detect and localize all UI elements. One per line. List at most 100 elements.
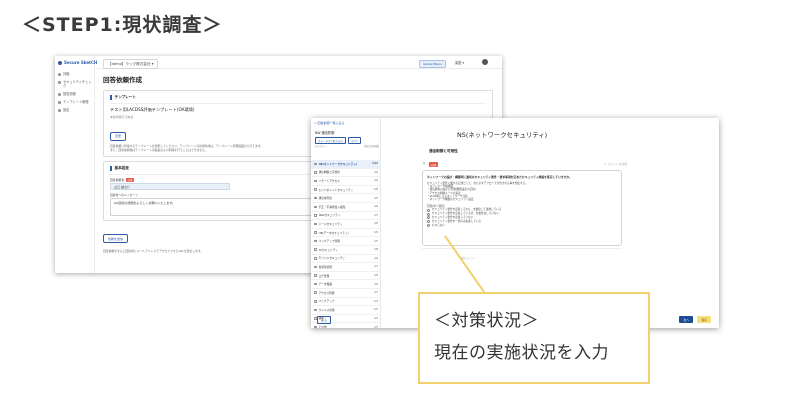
checkbox-icon bbox=[314, 308, 317, 312]
category-label: PCセキュリティ bbox=[318, 247, 338, 252]
category-item[interactable]: バックアップ 0/4 bbox=[311, 298, 381, 307]
user-avatar-icon[interactable] bbox=[482, 59, 488, 65]
category-label: ウイルス対策 bbox=[318, 307, 335, 312]
shield-icon bbox=[58, 80, 61, 84]
radio-icon[interactable] bbox=[427, 212, 430, 216]
category-item[interactable]: Webセキュリティ 0/7 bbox=[311, 212, 381, 221]
callout-body: 現在の実施状況を入力 bbox=[434, 343, 609, 363]
category-label: 不正・不審者侵入検知 bbox=[318, 204, 346, 209]
category-count: 0/6 bbox=[374, 256, 378, 260]
sidebar-item-settings[interactable]: 設定 bbox=[58, 108, 94, 112]
category-count: 0/6 bbox=[374, 179, 378, 183]
sidebar-item-request[interactable]: 回答依頼 bbox=[58, 92, 94, 96]
category-count: 0/6 bbox=[374, 274, 378, 278]
next-button[interactable]: 次へ bbox=[679, 316, 693, 323]
category-label: Webセキュリティ bbox=[318, 213, 341, 218]
category-item[interactable]: モバイルセキュリティ 0/6 bbox=[311, 255, 381, 264]
sidebar-item-label: セキュリティチェック bbox=[63, 80, 92, 88]
category-item[interactable]: リモートアクセス 0/6 bbox=[311, 177, 381, 186]
question-text: ネットワークの設計・構築時に適切なセキュリティ要件・要求事項を定めたセキュリティ… bbox=[427, 175, 572, 179]
sidebar-item-template[interactable]: テンプレート管理 bbox=[58, 100, 94, 104]
radio-icon[interactable] bbox=[427, 224, 430, 227]
status-filter-button[interactable]: ステータスで絞り込み bbox=[315, 137, 347, 144]
sidebar: Secure SketCH 評価 セキュリティチェック 回答依頼 テンプレート管… bbox=[55, 56, 97, 273]
option-label: わからない bbox=[432, 223, 445, 227]
section-marker bbox=[110, 95, 112, 100]
save-button[interactable]: 保存 bbox=[697, 316, 711, 323]
submit-request-button[interactable]: 依頼を送信 bbox=[103, 234, 129, 243]
checkbox-icon bbox=[314, 300, 317, 303]
category-panel-title: NW 通信防御 bbox=[315, 131, 335, 135]
category-item[interactable]: バックアップ管理 0/5 bbox=[311, 237, 381, 246]
checkbox-icon bbox=[314, 265, 317, 269]
meta-category-label: カテゴリー bbox=[315, 145, 327, 148]
page-heading: ＜STEP1:現状調査＞ bbox=[22, 14, 223, 36]
category-count: 0/10 bbox=[372, 162, 378, 166]
change-template-button[interactable]: 変更 bbox=[110, 131, 127, 141]
back-to-list-link[interactable]: < 回答依頼一覧に戻る bbox=[314, 121, 344, 125]
option-list: セキュリティ要件を定義しており、文書化して運用している セキュリティ要件を定義して… bbox=[427, 208, 617, 227]
category-item[interactable]: 脆弱性管理 0/7 bbox=[311, 263, 381, 272]
meta-count-label: 回答済/設問数 bbox=[363, 145, 379, 148]
category-item[interactable]: DB(データセキュリティ) 0/9 bbox=[311, 229, 381, 238]
question-details: セキュリティ要件に関する記述として、次に示すアプローチが含まれる事を想定する。・… bbox=[427, 182, 617, 201]
back-button[interactable]: 戻る bbox=[317, 316, 332, 324]
checkbox-icon bbox=[314, 205, 317, 209]
checkbox-icon bbox=[314, 162, 317, 166]
category-count: 0/4 bbox=[374, 299, 378, 303]
category-item[interactable]: データ保護 0/5 bbox=[311, 280, 381, 289]
requester-label: 回答依頼者 必須 bbox=[110, 177, 134, 182]
sidebar-item-evaluation[interactable]: 評価 bbox=[58, 72, 94, 76]
category-count: 0/5 bbox=[374, 282, 378, 286]
callout-title: ＜対策状況＞ bbox=[434, 311, 539, 331]
category-count: 0/8 bbox=[374, 188, 378, 192]
sidebar-item-label: 回答依頼 bbox=[63, 92, 76, 96]
checkbox-icon bbox=[314, 248, 317, 251]
checkbox-icon bbox=[314, 188, 317, 191]
app-logo[interactable]: Secure SketCH bbox=[58, 60, 97, 65]
filter-buttons: ステータスで絞り込み すべて bbox=[315, 137, 362, 144]
checkbox-icon bbox=[314, 325, 317, 328]
category-label: データ保護 bbox=[318, 282, 332, 287]
category-count: 0/3 bbox=[374, 316, 378, 320]
template-name: テスト用LACDSS評価テンプレート(OA環境) bbox=[110, 107, 195, 112]
subcategory-title: 通信制御と可用性 bbox=[429, 149, 458, 153]
category-label: バックアップ管理 bbox=[318, 239, 341, 244]
language-selector[interactable]: 英語 ▾ bbox=[455, 60, 464, 65]
logo-icon bbox=[58, 61, 62, 65]
category-item[interactable]: メールセキュリティ 0/6 bbox=[311, 220, 381, 229]
category-item[interactable]: 不正・不審者侵入検知 0/6 bbox=[311, 203, 381, 212]
gear-icon bbox=[58, 108, 61, 112]
sidebar-item-security-check[interactable]: セキュリティチェック bbox=[58, 80, 94, 88]
category-item[interactable]: 通信暗号化 0/5 bbox=[311, 194, 381, 203]
category-count: 0/6 bbox=[374, 170, 378, 174]
category-item[interactable]: エンドポイントセキュリティ 0/8 bbox=[311, 186, 381, 195]
category-item[interactable]: アクセス管理 0/7 bbox=[311, 289, 381, 298]
organization-selector[interactable]: 【demo】ラック株式会社 ▾ bbox=[103, 59, 159, 69]
add-comment-button[interactable]: ✎ コメントを追加 bbox=[604, 162, 627, 166]
chart-icon bbox=[58, 72, 61, 76]
global-menu-badge[interactable]: Global Menu bbox=[419, 60, 446, 68]
category-count: 0/8 bbox=[374, 248, 378, 252]
category-count: 0/7 bbox=[374, 291, 378, 295]
category-label: モバイルセキュリティ bbox=[318, 256, 346, 261]
category-item[interactable]: 通信制御と可用性 0/6 bbox=[311, 169, 381, 178]
sidebar-item-label: 評価 bbox=[63, 72, 70, 76]
requester-input[interactable]: 山口 誠之介 bbox=[110, 182, 230, 190]
category-label: その他 bbox=[318, 325, 327, 328]
category-item[interactable]: ログ管理 0/6 bbox=[311, 272, 381, 281]
template-section-header: テンプレート bbox=[110, 95, 486, 104]
category-label: 通信暗号化 bbox=[318, 196, 332, 201]
category-item[interactable]: NS(ネットワークセキュリティ) 0/10 bbox=[311, 160, 381, 169]
requester-field-group: 回答依頼者 必須 山口 誠之介 bbox=[110, 177, 230, 190]
checkbox-icon bbox=[314, 282, 317, 286]
all-filter-button[interactable]: すべて bbox=[348, 137, 362, 144]
category-list: NS(ネットワークセキュリティ) 0/10 通信制御と可用性 0/6 リモートアクセス 0… bbox=[311, 160, 381, 328]
radio-icon[interactable] bbox=[427, 208, 430, 212]
category-item[interactable]: PCセキュリティ 0/8 bbox=[311, 246, 381, 255]
category-item[interactable]: ウイルス対策 0/5 bbox=[311, 306, 381, 315]
category-count: 0/5 bbox=[374, 196, 378, 200]
category-label: アクセス管理 bbox=[318, 290, 335, 295]
answer-option[interactable]: わからない bbox=[427, 224, 617, 228]
category-count: 0/7 bbox=[374, 265, 378, 269]
